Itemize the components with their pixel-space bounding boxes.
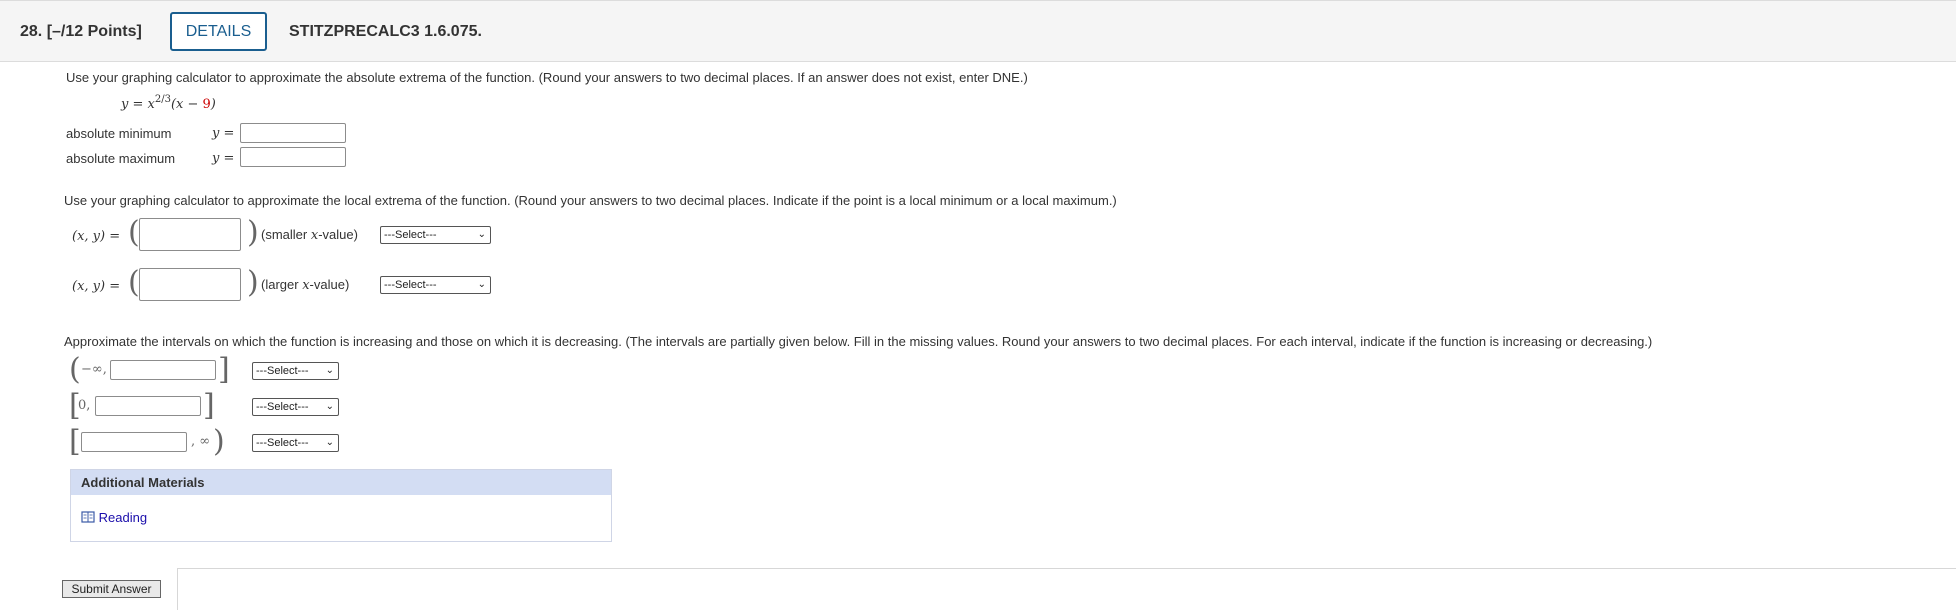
xy-label-2: (x, y) =	[72, 279, 121, 294]
additional-materials-box: Additional Materials Reading	[70, 469, 612, 542]
smaller-extremum-type-select[interactable]: ---Select--- ⌄	[380, 226, 491, 244]
close-paren-2: )	[247, 265, 259, 300]
interval1-close-bracket: ]	[218, 352, 230, 387]
abs-max-y-eq: y =	[212, 151, 235, 166]
interval1-open-paren: (	[69, 352, 81, 387]
larger-extremum-type-select[interactable]: ---Select--- ⌄	[380, 276, 491, 294]
interval3-open-bracket: [	[69, 424, 81, 459]
chevron-down-icon: ⌄	[325, 401, 334, 412]
interval3-start-input[interactable]	[81, 432, 187, 452]
reading-link[interactable]: Reading	[81, 510, 147, 525]
reading-link-label[interactable]: Reading	[99, 510, 147, 525]
close-paren-1: )	[247, 215, 259, 250]
interval1-type-select[interactable]: ---Select--- ⌄	[252, 362, 339, 380]
function-equation: y = x2/3(x − 9)	[121, 94, 216, 112]
open-paren-1: (	[128, 215, 140, 250]
chevron-down-icon: ⌄	[477, 229, 486, 240]
absolute-minimum-label: absolute minimum	[66, 126, 172, 141]
local-extrema-instructions: Use your graphing calculator to approxim…	[64, 193, 1117, 208]
question-header: 28. [–/12 Points] DETAILS STITZPRECALC3 …	[0, 0, 1956, 62]
question-number: 28. [–/12 Points]	[20, 23, 142, 40]
additional-materials-title: Additional Materials	[71, 470, 611, 495]
interval2-prefix: 0,	[78, 398, 91, 413]
question-code: STITZPRECALC3 1.6.075.	[289, 23, 482, 40]
interval2-close-bracket: ]	[203, 388, 215, 423]
submit-area: Submit Answer	[48, 568, 178, 610]
interval2-type-select[interactable]: ---Select--- ⌄	[252, 398, 339, 416]
absolute-maximum-label: absolute maximum	[66, 151, 176, 166]
open-paren-2: (	[128, 265, 140, 300]
smaller-x-value-label: (smaller x-value)	[261, 227, 358, 243]
chevron-down-icon: ⌄	[325, 437, 334, 448]
submit-divider	[177, 568, 1956, 569]
submit-answer-button[interactable]: Submit Answer	[62, 580, 161, 598]
abs-min-y-eq: y =	[212, 126, 235, 141]
interval2-end-input[interactable]	[95, 396, 201, 416]
interval1-end-input[interactable]	[110, 360, 216, 380]
interval3-close-paren: )	[213, 424, 225, 459]
xy-label-1: (x, y) =	[72, 229, 121, 244]
interval3-type-select[interactable]: ---Select--- ⌄	[252, 434, 339, 452]
local-extremum-smaller-input[interactable]	[139, 218, 241, 251]
interval1-prefix: −∞,	[81, 362, 107, 377]
intervals-instructions: Approximate the intervals on which the f…	[64, 334, 1653, 349]
interval3-suffix: , ∞	[191, 434, 211, 449]
book-icon	[81, 511, 95, 523]
absolute-maximum-input[interactable]	[240, 147, 346, 167]
chevron-down-icon: ⌄	[477, 279, 486, 290]
absolute-extrema-instructions: Use your graphing calculator to approxim…	[66, 70, 1028, 85]
chevron-down-icon: ⌄	[325, 365, 334, 376]
details-button[interactable]: DETAILS	[170, 12, 267, 51]
absolute-minimum-input[interactable]	[240, 123, 346, 143]
larger-x-value-label: (larger x-value)	[261, 277, 350, 293]
local-extremum-larger-input[interactable]	[139, 268, 241, 301]
